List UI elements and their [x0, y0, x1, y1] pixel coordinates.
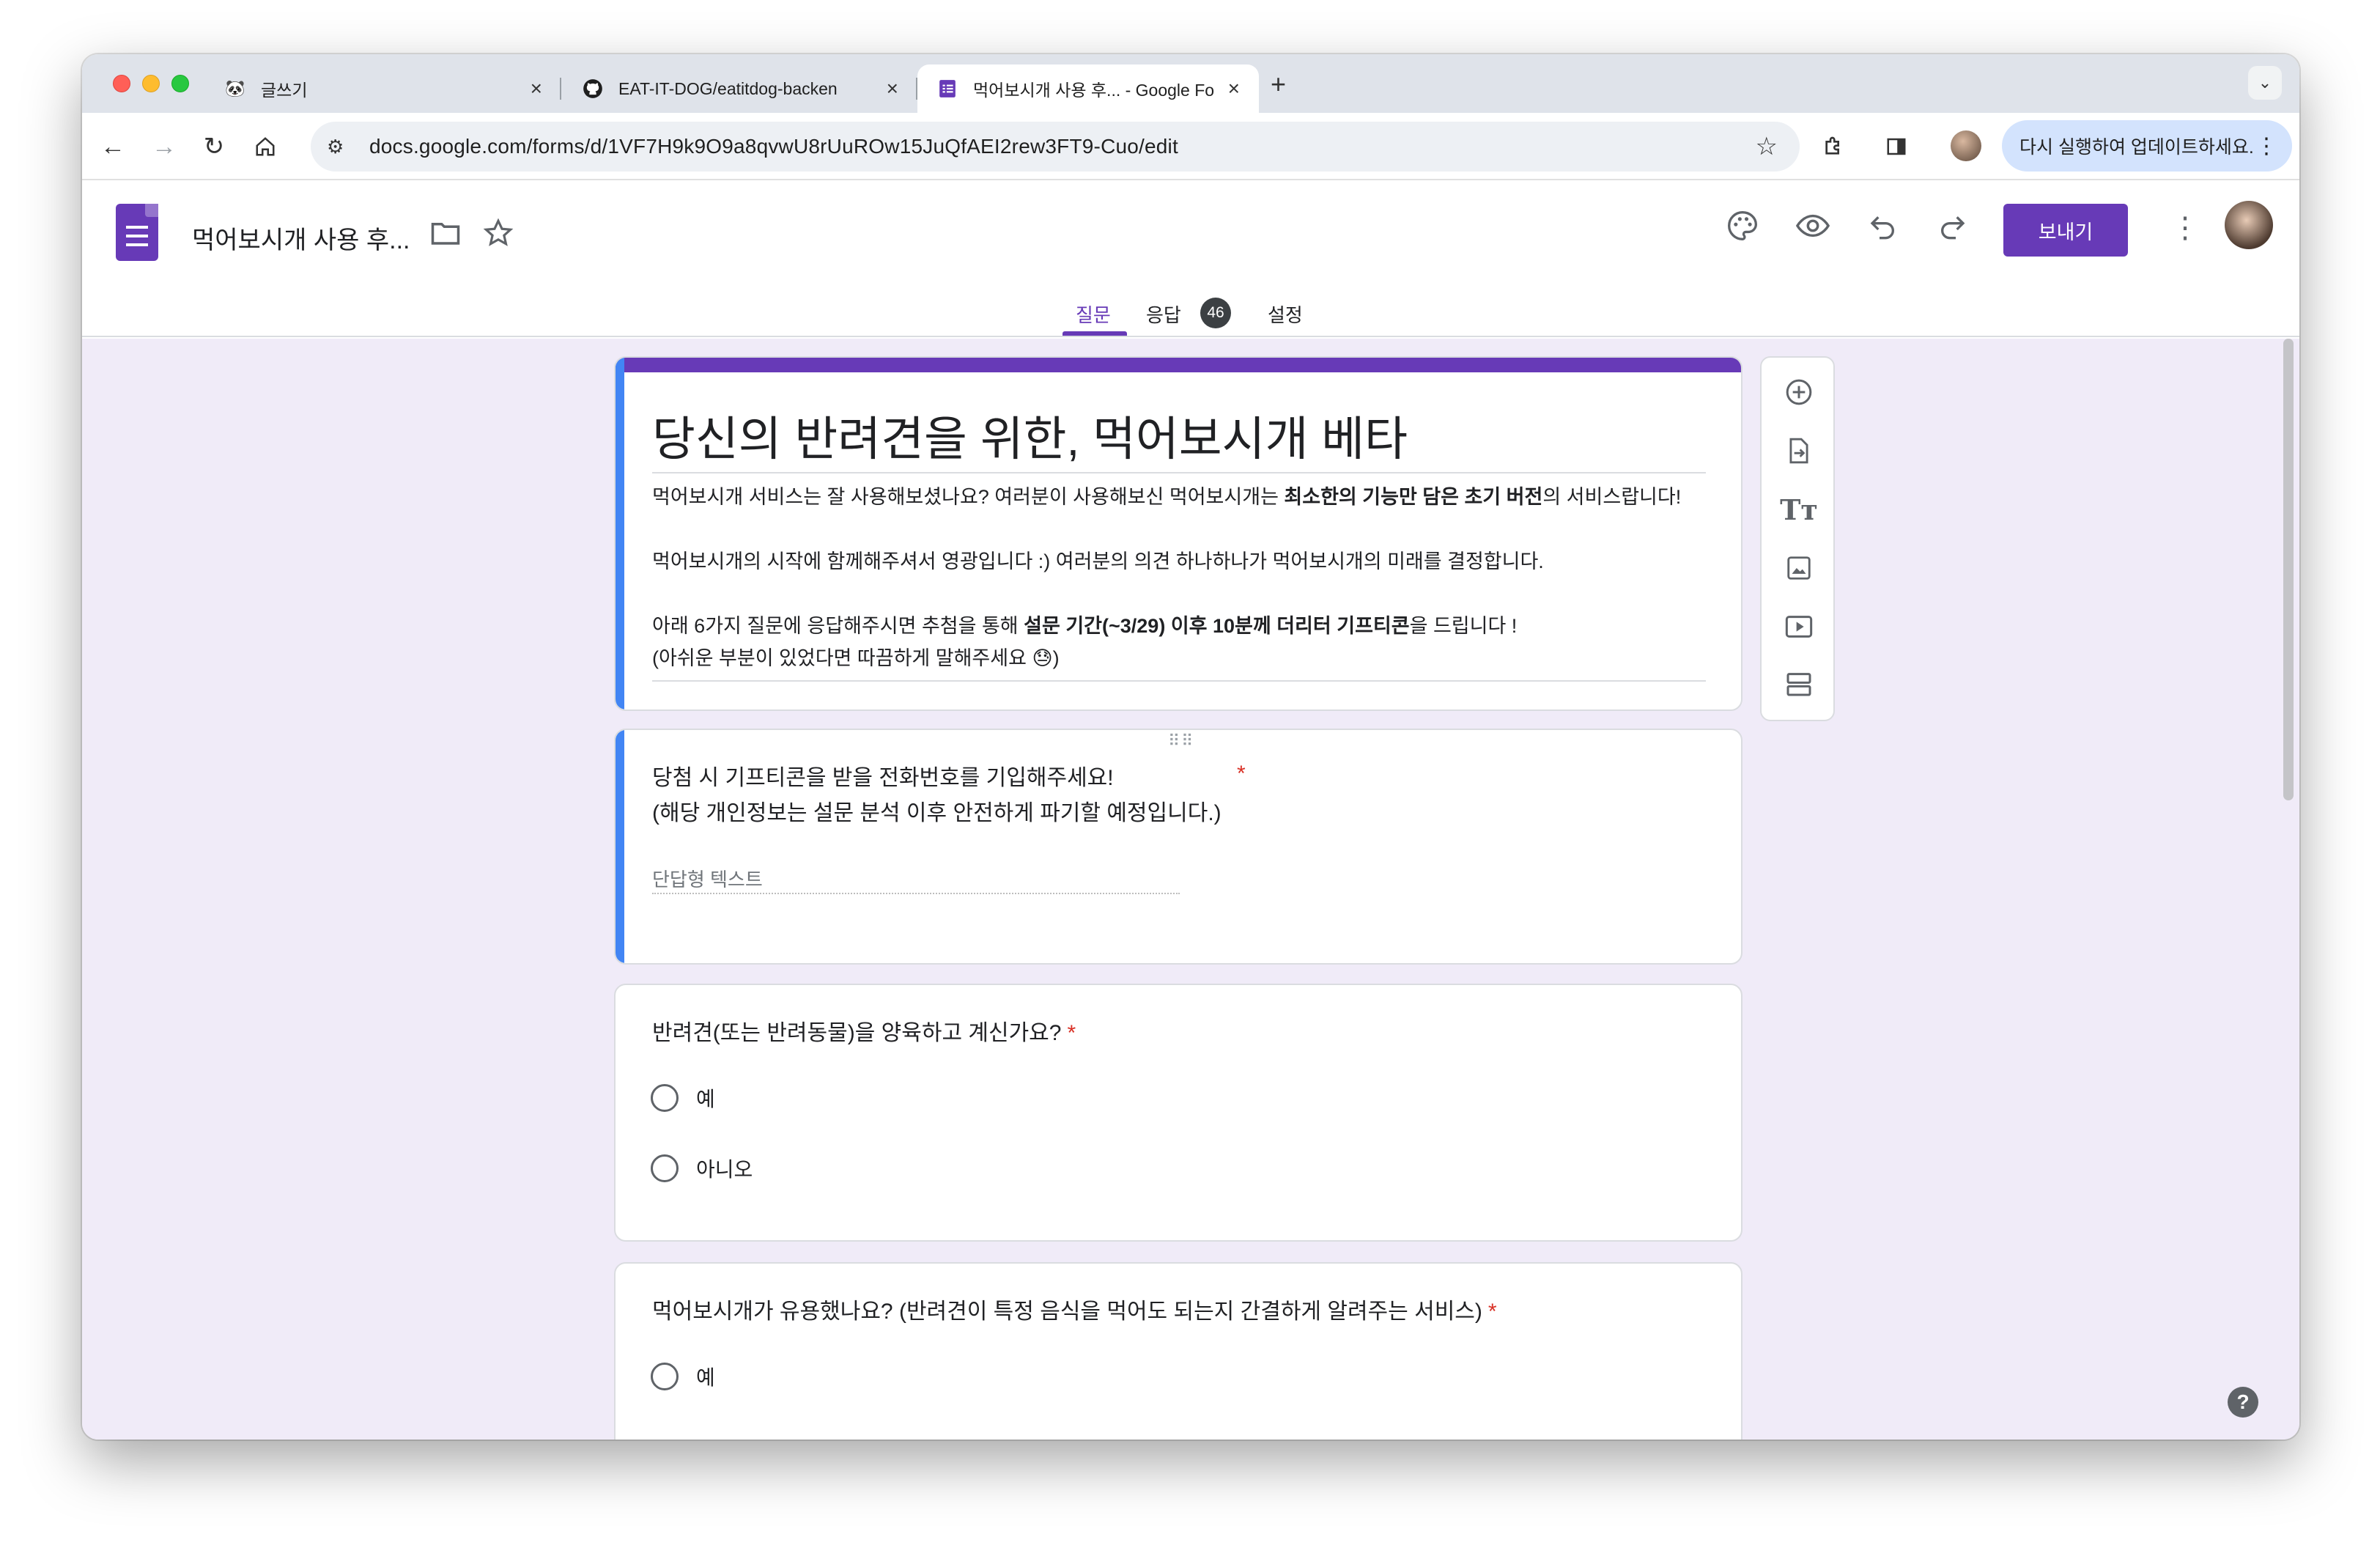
option-label: 예: [696, 1088, 715, 1110]
add-video-icon[interactable]: [1781, 608, 1817, 645]
question-card[interactable]: ⠿⠿ 당첨 시 기프티콘을 받을 전화번호를 기입해주세요! * (해당 개인정보…: [614, 729, 1742, 965]
form-editor-canvas: 당신의 반려견을 위한, 먹어보시개 베타 먹어보시개 서비스는 잘 사용해보셨…: [82, 339, 2299, 1440]
drag-handle-icon[interactable]: ⠿⠿: [1168, 733, 1194, 749]
forms-icon: [936, 78, 958, 100]
question-title[interactable]: 당첨 시 기프티콘을 받을 전화번호를 기입해주세요! * (해당 개인정보는 설…: [652, 761, 1246, 831]
question-title[interactable]: 반려견(또는 반려동물)을 양육하고 계신가요? *: [652, 1016, 1076, 1051]
tab-title: 먹어보시개 사용 후... - Google Fo: [973, 81, 1215, 100]
undo-icon[interactable]: [1861, 204, 1905, 248]
star-icon[interactable]: [476, 211, 520, 255]
radio-option[interactable]: 예: [651, 1083, 715, 1113]
add-section-icon[interactable]: [1781, 666, 1817, 702]
close-tab-icon[interactable]: ×: [1228, 77, 1240, 100]
question-title[interactable]: 먹어보시개가 유용했나요? (반려견이 특정 음식을 먹어도 되는지 간결하게 …: [652, 1294, 1497, 1330]
browser-window: 🐼 글쓰기 × EAT-IT-DOG/eatitdog-backen × 먹어보…: [82, 54, 2299, 1440]
tab-responses[interactable]: 응답: [1146, 301, 1181, 328]
reload-icon[interactable]: ↻: [196, 129, 232, 164]
response-count-badge: 46: [1200, 298, 1231, 328]
update-chrome-button[interactable]: 다시 실행하여 업데이트하세요. ⋮: [2002, 120, 2292, 172]
close-tab-icon[interactable]: ×: [887, 77, 898, 100]
folder-icon[interactable]: [424, 211, 468, 255]
description-divider: [652, 680, 1706, 682]
profile-avatar[interactable]: [1951, 130, 1981, 161]
preview-eye-icon[interactable]: [1791, 204, 1835, 248]
forms-header: 먹어보시개 사용 후... 보내기 ⋮ 질문 응답 46 설정: [82, 182, 2299, 337]
import-questions-icon[interactable]: [1781, 432, 1817, 469]
url-text[interactable]: docs.google.com/forms/d/1VF7H9k9O9a8qvwU…: [369, 135, 1178, 158]
form-title[interactable]: 당신의 반려견을 위한, 먹어보시개 베타: [652, 402, 1408, 469]
github-icon: [582, 78, 604, 100]
browser-tab[interactable]: 🐼 글쓰기 ×: [205, 64, 561, 113]
browser-toolbar: ← → ↻ ⚙ docs.google.com/forms/d/1VF7H9k9…: [82, 113, 2299, 180]
browser-tab-active[interactable]: 먹어보시개 사용 후... - Google Fo ×: [917, 64, 1259, 113]
focus-indicator: [616, 730, 624, 963]
tab-settings[interactable]: 설정: [1268, 301, 1303, 328]
radio-circle[interactable]: [651, 1154, 679, 1182]
back-arrow-icon[interactable]: ←: [95, 129, 130, 164]
title-divider: [652, 472, 1706, 473]
close-window-button[interactable]: [113, 75, 130, 92]
update-label: 다시 실행하여 업데이트하세요.: [2019, 137, 2254, 158]
extensions-icon[interactable]: [1816, 129, 1851, 164]
radio-option[interactable]: 아니오: [651, 1154, 753, 1183]
add-title-icon[interactable]: Tт: [1780, 491, 1818, 528]
required-asterisk: *: [1237, 762, 1246, 786]
google-forms-logo-icon[interactable]: [116, 204, 158, 261]
add-question-icon[interactable]: [1781, 374, 1817, 410]
tab-strip: 🐼 글쓰기 × EAT-IT-DOG/eatitdog-backen × 먹어보…: [82, 54, 2299, 113]
close-tab-icon[interactable]: ×: [531, 77, 542, 100]
question-card[interactable]: 먹어보시개가 유용했나요? (반려견이 특정 음식을 먹어도 되는지 간결하게 …: [614, 1262, 1742, 1440]
panda-icon: 🐼: [225, 79, 245, 97]
form-tabs: 질문 응답 46 설정: [82, 292, 2299, 337]
required-asterisk: *: [1488, 1300, 1497, 1324]
account-avatar[interactable]: [2225, 201, 2273, 249]
title-card-accent-bar: [616, 358, 1741, 372]
more-options-icon[interactable]: ⋮: [2170, 211, 2200, 245]
scrollbar[interactable]: [2283, 339, 2294, 800]
maximize-window-button[interactable]: [171, 75, 189, 92]
form-description-line[interactable]: 먹어보시개의 시작에 함께해주셔서 영광입니다 :) 여러분의 의견 하나하나가…: [652, 545, 1712, 578]
option-label: 아니오: [696, 1158, 753, 1181]
tab-questions[interactable]: 질문: [1076, 301, 1111, 328]
question-card[interactable]: 반려견(또는 반려동물)을 양육하고 계신가요? * 예 아니오: [614, 984, 1742, 1242]
redo-icon[interactable]: [1930, 204, 1974, 248]
required-asterisk: *: [1067, 1021, 1076, 1045]
document-title[interactable]: 먹어보시개 사용 후...: [192, 220, 410, 256]
more-vert-icon[interactable]: ⋮: [2255, 133, 2277, 159]
minimize-window-button[interactable]: [142, 75, 160, 92]
option-label: 예: [696, 1366, 715, 1389]
site-settings-icon[interactable]: ⚙: [327, 136, 356, 158]
add-image-icon[interactable]: [1781, 550, 1817, 586]
browser-tab[interactable]: EAT-IT-DOG/eatitdog-backen ×: [563, 64, 917, 113]
tab-title: 글쓰기: [261, 81, 308, 100]
form-title-card[interactable]: 당신의 반려견을 위한, 먹어보시개 베타 먹어보시개 서비스는 잘 사용해보셨…: [614, 356, 1742, 711]
new-tab-button[interactable]: +: [1271, 69, 1286, 100]
form-description-line[interactable]: 아래 6가지 질문에 응답해주시면 추첨을 통해 설문 기간(~3/29) 이후…: [652, 610, 1712, 642]
focus-indicator: [616, 358, 624, 710]
bookmark-star-icon[interactable]: ☆: [1756, 132, 1778, 161]
active-tab-indicator: [1062, 331, 1127, 336]
send-button[interactable]: 보내기: [2003, 204, 2128, 257]
side-panel-icon[interactable]: [1879, 129, 1914, 164]
form-description-line[interactable]: 먹어보시개 서비스는 잘 사용해보셨나요? 여러분이 사용해보신 먹어보시개는 …: [652, 481, 1712, 513]
question-side-toolbar: Tт: [1760, 356, 1835, 721]
radio-option[interactable]: 예: [651, 1362, 715, 1391]
forward-arrow-icon[interactable]: →: [147, 129, 182, 164]
palette-icon[interactable]: [1721, 204, 1764, 248]
tab-search-chevron-icon[interactable]: ⌄: [2248, 66, 2282, 100]
help-icon[interactable]: ?: [2228, 1387, 2258, 1418]
radio-circle[interactable]: [651, 1084, 679, 1112]
short-answer-placeholder: 단답형 텍스트: [652, 865, 1180, 894]
tab-title: EAT-IT-DOG/eatitdog-backen: [618, 78, 838, 98]
radio-circle[interactable]: [651, 1363, 679, 1390]
form-description-line[interactable]: (아쉬운 부분이 있었다면 따끔하게 말해주세요 😓): [652, 642, 1712, 674]
home-icon[interactable]: [248, 129, 283, 164]
address-bar[interactable]: ⚙ docs.google.com/forms/d/1VF7H9k9O9a8qv…: [311, 122, 1800, 172]
